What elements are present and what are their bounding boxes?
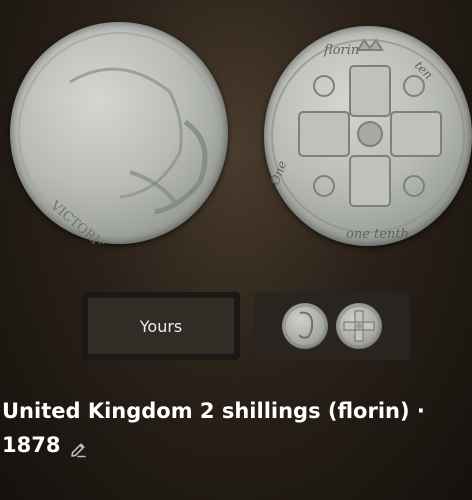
reference-obverse-thumbnail	[282, 303, 328, 349]
yours-photo-option[interactable]: Yours	[82, 292, 240, 360]
reverse-detail: florin ten One one tenth	[268, 38, 465, 242]
reverse-legend-bottom: one tenth	[346, 227, 409, 242]
coin-title: United Kingdom 2 shillings (florin) · 18…	[2, 394, 464, 462]
coin-reverse-image: florin ten One one tenth	[264, 26, 472, 246]
reverse-legend-left: One	[268, 159, 290, 187]
reference-photo-option[interactable]	[254, 292, 410, 360]
coin-obverse-image: VICTORIA	[10, 22, 228, 254]
obverse-detail: VICTORIA	[18, 32, 220, 254]
mini-reverse-detail	[338, 305, 380, 347]
variant-selector: Yours	[82, 292, 410, 360]
pencil-icon[interactable]	[68, 436, 88, 458]
coin-photo: VICTORIA florin ten One one tenth	[0, 0, 472, 280]
coin-title-line1: United Kingdom 2 shillings (florin) ·	[2, 399, 425, 423]
mini-obverse-detail	[284, 305, 326, 347]
reverse-legend-right: ten	[412, 58, 436, 82]
yours-label: Yours	[139, 316, 183, 336]
reverse-legend-top: florin	[323, 43, 359, 58]
obverse-legend: VICTORIA	[47, 198, 110, 244]
coin-title-line2: 1878	[2, 433, 61, 457]
reference-reverse-thumbnail	[336, 303, 382, 349]
